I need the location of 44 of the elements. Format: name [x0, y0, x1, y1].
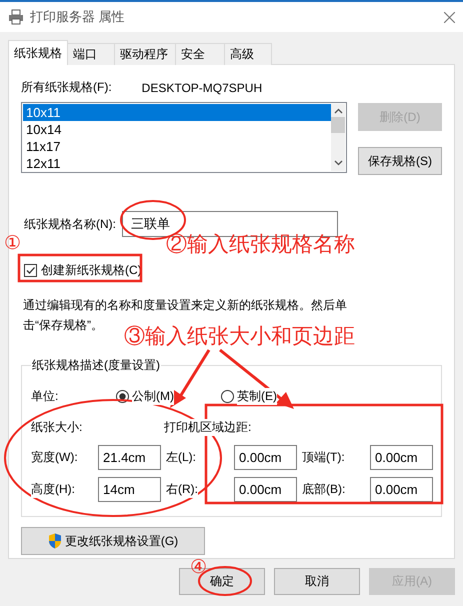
tab[interactable]: 纸张规格	[8, 40, 68, 65]
scroll-thumb[interactable]	[331, 117, 345, 133]
tab[interactable]: 驱动程序	[114, 43, 176, 65]
tab[interactable]: 高级	[224, 43, 272, 65]
forms-label: 所有纸张规格(F):	[21, 79, 112, 96]
field-label: 右(R):	[166, 481, 198, 498]
field-label: 底部(B):	[302, 481, 346, 498]
radio-label: 英制(E)	[237, 388, 277, 405]
measure-field[interactable]: 0.00cm	[234, 445, 297, 470]
measure-field[interactable]: 0.00cm	[234, 477, 297, 502]
server-name: DESKTOP-MQ7SPUH	[142, 80, 262, 94]
form-name-label: 纸张规格名称(N):	[24, 216, 116, 232]
forms-list[interactable]: 10x11 10x14 11x17 12x11	[21, 102, 347, 173]
field-label: 左(L):	[166, 449, 196, 466]
measure-field[interactable]: 0.00cm	[370, 445, 433, 470]
measure-field[interactable]: 0.00cm	[370, 477, 433, 502]
paper-size-label: 纸张大小:	[31, 419, 84, 436]
dialog-button[interactable]: 取消	[274, 568, 360, 595]
field-label: 高度(H):	[31, 481, 75, 498]
list-item[interactable]: 11x17	[23, 138, 331, 155]
group-title: 纸张规格描述(度量设置)	[31, 357, 161, 374]
measure-field[interactable]: 14cm	[98, 477, 161, 502]
field-label: 宽度(W):	[31, 449, 78, 466]
radio-button[interactable]	[221, 390, 234, 403]
list-item[interactable]: 12x11	[23, 155, 331, 172]
change-settings-button[interactable]: 更改纸张规格设置(G)	[21, 527, 205, 555]
measure-field[interactable]: 21.4cm	[98, 445, 161, 470]
margins-label: 打印机区域边距:	[164, 419, 252, 436]
field-label: 顶端(T):	[302, 449, 345, 466]
save-button[interactable]: 保存规格(S)	[358, 147, 442, 175]
tab[interactable]: 安全	[175, 43, 225, 65]
shield-icon	[48, 533, 62, 549]
radio-label: 公制(M)	[132, 388, 174, 405]
window-title: 打印服务器 属性	[30, 8, 126, 26]
annotation-text: ①	[4, 234, 21, 253]
scroll-up-icon[interactable]	[334, 108, 342, 114]
scroll-down-icon[interactable]	[334, 160, 342, 166]
tab[interactable]: 端口	[67, 43, 115, 65]
printer-icon	[8, 9, 24, 25]
units-label: 单位:	[31, 388, 60, 405]
checkbox[interactable]	[24, 264, 37, 277]
list-item[interactable]: 10x14	[23, 121, 331, 138]
close-icon[interactable]	[444, 12, 455, 22]
list-item[interactable]: 10x11	[23, 104, 331, 121]
